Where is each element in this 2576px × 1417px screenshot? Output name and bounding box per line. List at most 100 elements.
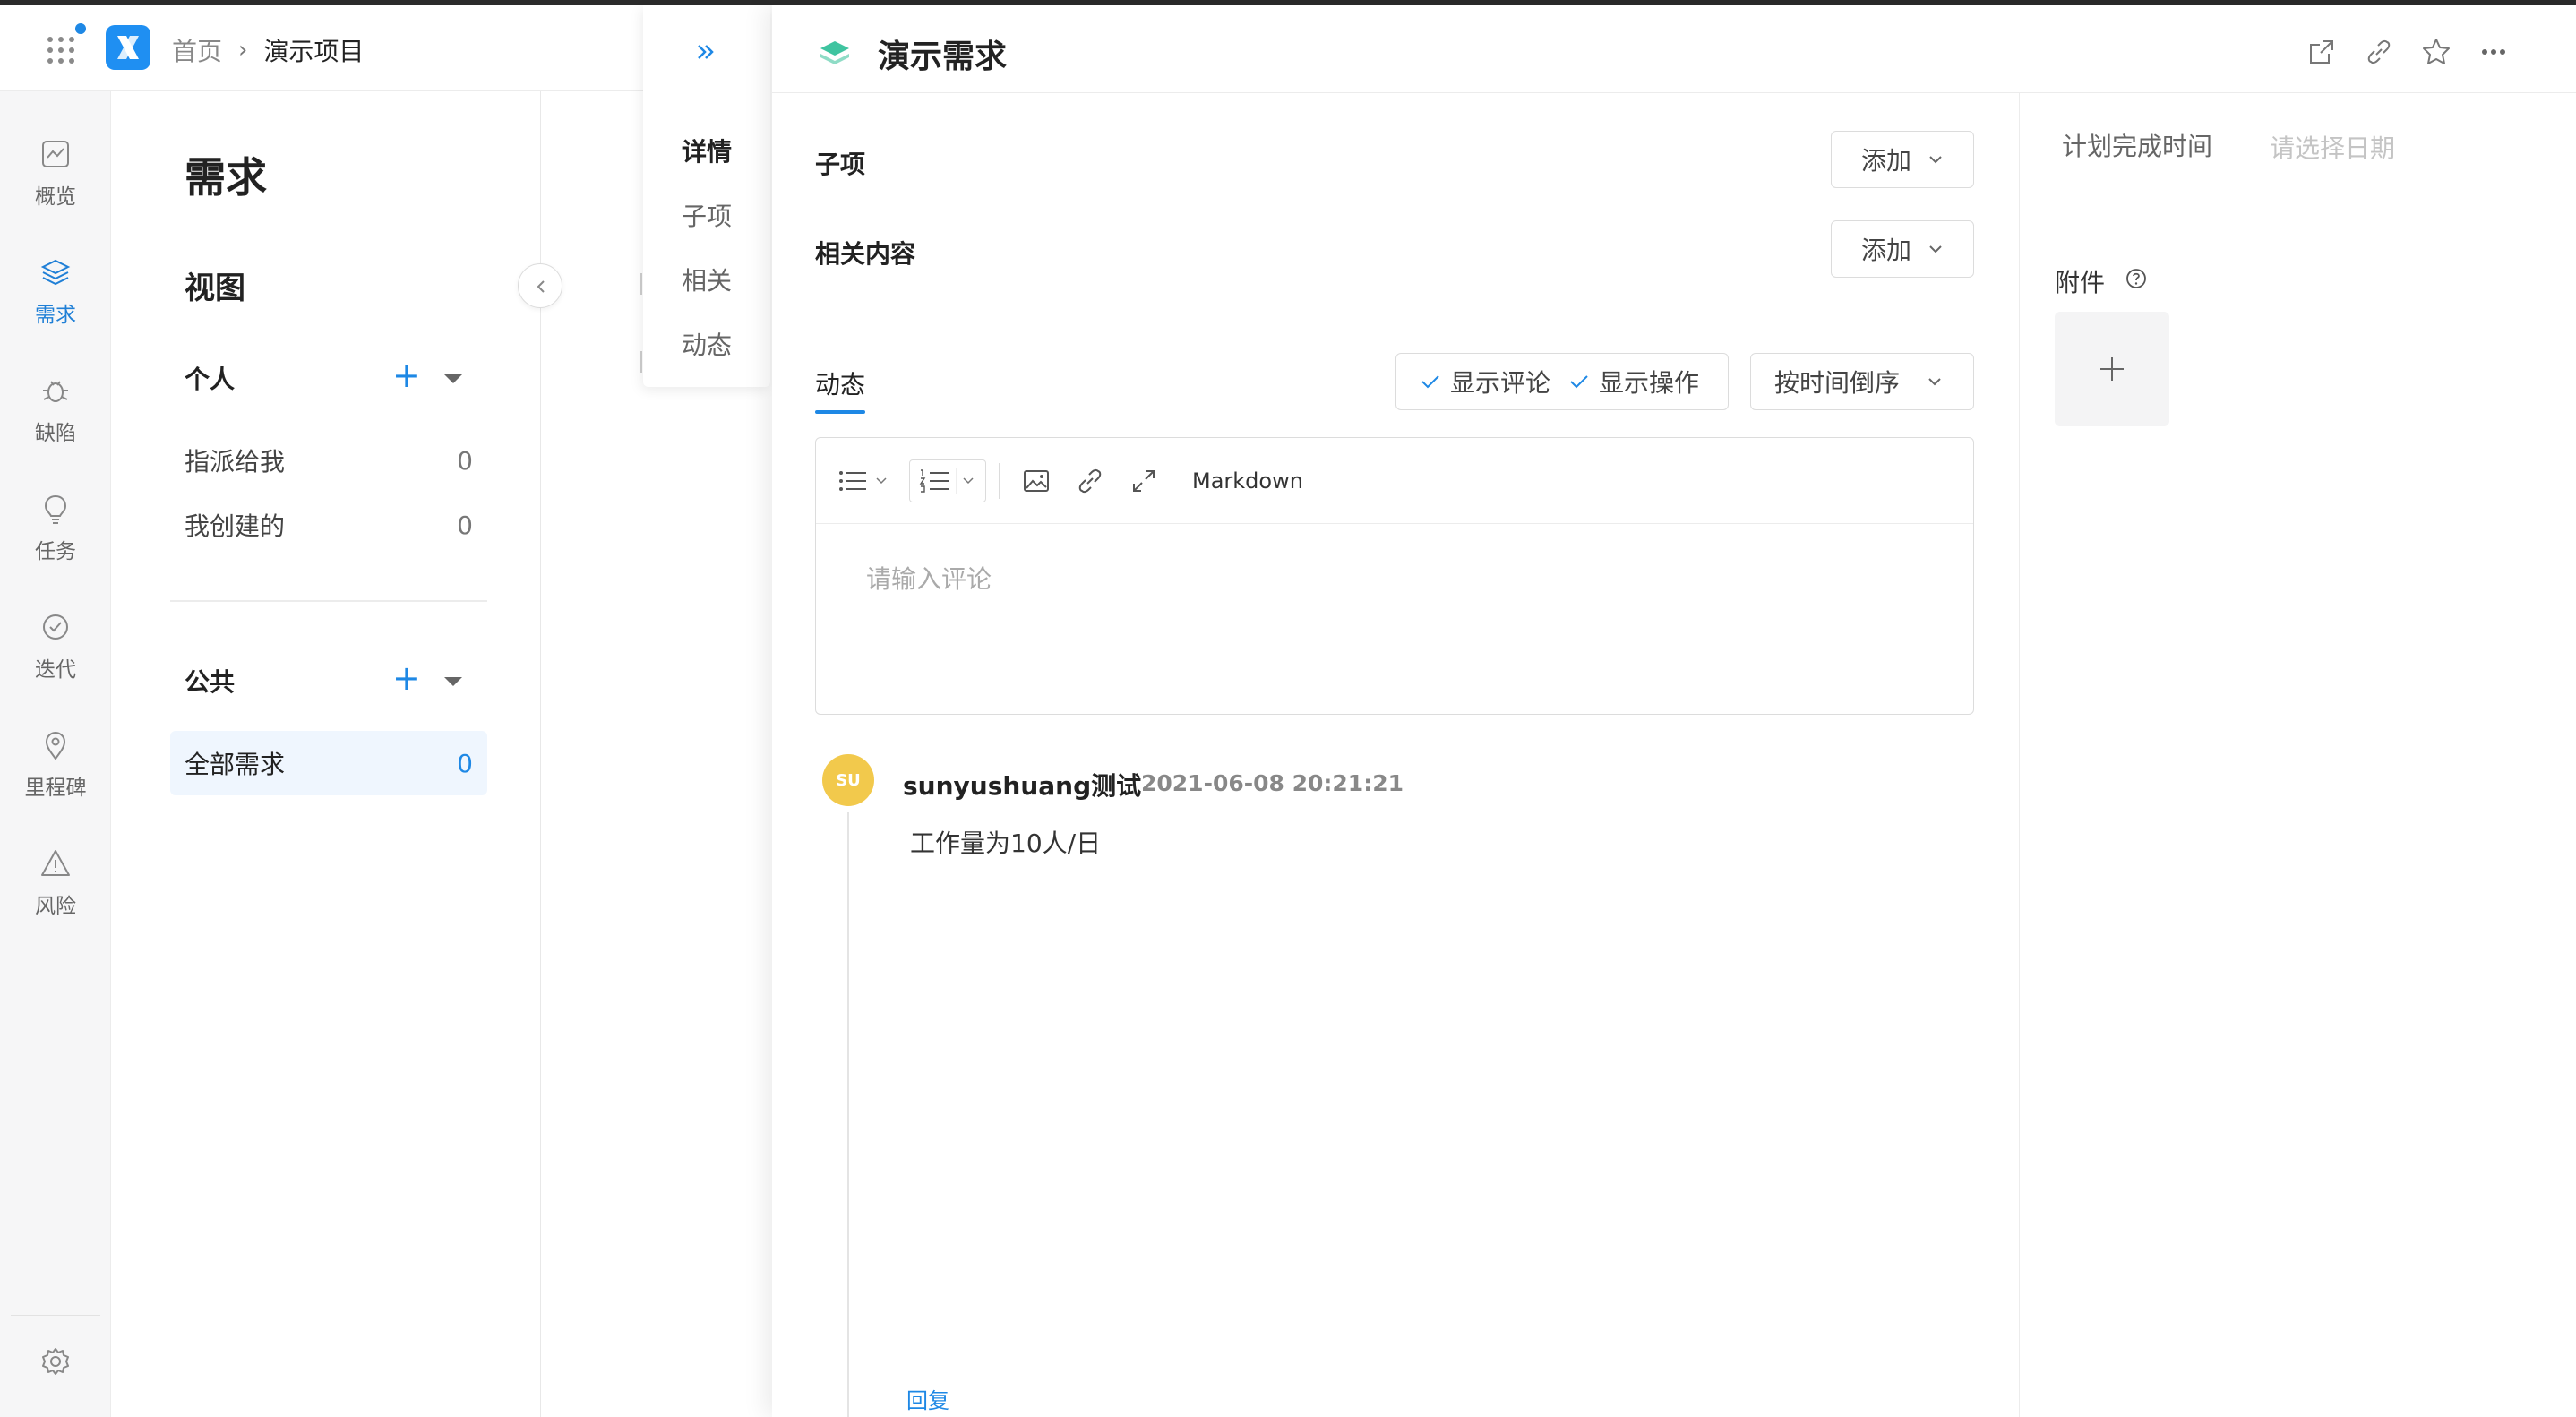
sort-label: 按时间倒序 — [1774, 368, 1901, 398]
fullscreen-button[interactable] — [1128, 459, 1160, 502]
avatar: SU — [822, 754, 874, 806]
check-circle-icon — [43, 614, 68, 640]
collapse-panel-button[interactable] — [518, 263, 562, 308]
chevron-right-icon: › — [238, 37, 248, 64]
group-public-label: 公共 — [185, 667, 236, 697]
star-icon[interactable] — [2420, 36, 2452, 68]
link-icon — [1078, 468, 1102, 494]
ordered-list-icon — [919, 468, 974, 494]
view-item-label: 指派给我 — [185, 447, 286, 477]
comment-input[interactable]: 请输入评论 — [866, 560, 992, 596]
comment-editor: Markdown 请输入评论 — [815, 437, 1974, 715]
view-item-created-by-me[interactable]: 我创建的 0 — [170, 493, 487, 557]
add-personal-view-button[interactable]: + — [392, 358, 421, 392]
show-actions-label: 显示操作 — [1599, 368, 1700, 398]
help-icon[interactable] — [2125, 267, 2148, 290]
planned-completion-date-picker[interactable]: 请选择日期 — [2270, 129, 2395, 165]
caret-down-icon[interactable] — [444, 677, 462, 686]
link-icon[interactable] — [2363, 36, 2395, 68]
tab-activity[interactable]: 动态 — [815, 365, 865, 401]
nav-item-iterations[interactable]: 迭代 — [0, 611, 111, 709]
markdown-mode-button[interactable]: Markdown — [1192, 468, 1303, 494]
nav-divider — [11, 1315, 100, 1316]
attachments-label: 附件 — [2055, 268, 2106, 297]
nav-label: 迭代 — [35, 658, 76, 682]
anchor-related[interactable]: 相关 — [643, 262, 770, 297]
list-marker — [640, 351, 642, 373]
bullet-list-button[interactable] — [836, 459, 893, 502]
anchor-details[interactable]: 详情 — [643, 133, 770, 168]
breadcrumb-current[interactable]: 演示项目 — [263, 32, 364, 68]
notification-dot — [73, 21, 88, 36]
add-attachment-button[interactable] — [2055, 312, 2169, 426]
views-heading: 视图 — [185, 271, 245, 306]
overview-icon — [42, 141, 69, 167]
view-item-all-requirements[interactable]: 全部需求 0 — [170, 731, 487, 795]
comment-time: 2021-06-08 20:21:21 — [1141, 770, 1404, 796]
bullet-list-icon — [839, 471, 887, 491]
active-tab-indicator — [815, 410, 865, 414]
view-item-count: 0 — [457, 445, 473, 476]
more-icon[interactable] — [2477, 36, 2510, 68]
view-item-count: 0 — [457, 510, 473, 540]
detail-header: 演示需求 — [772, 5, 2576, 93]
chevron-down-icon — [1929, 156, 1942, 164]
nav-item-overview[interactable]: 概览 — [0, 138, 111, 236]
detail-title: 演示需求 — [878, 39, 1008, 75]
requirement-type-icon — [820, 41, 849, 64]
view-item-label: 我创建的 — [185, 511, 286, 541]
related-label: 相关内容 — [815, 239, 916, 269]
column-divider — [2019, 93, 2020, 1417]
nav-item-requirements[interactable]: 需求 — [0, 256, 111, 355]
chevron-left-icon — [537, 280, 545, 293]
nav-label: 里程碑 — [24, 777, 87, 800]
breadcrumb: 首页 › 演示项目 — [172, 32, 364, 68]
layers-icon — [40, 259, 71, 286]
comment-author: sunyushuang测试 — [903, 771, 1142, 801]
add-subitem-button[interactable]: 添加 — [1831, 131, 1974, 188]
breadcrumb-home[interactable]: 首页 — [172, 32, 222, 68]
app-logo[interactable] — [106, 25, 150, 70]
show-actions-toggle[interactable]: 显示操作 — [1568, 364, 1699, 399]
gear-icon[interactable] — [39, 1345, 72, 1378]
nav-label: 需求 — [35, 304, 76, 327]
timeline-line — [847, 812, 849, 1417]
reply-link[interactable]: 回复 — [906, 1383, 949, 1414]
detail-panel: 演示需求 子项 添加 相关内容 添加 动态 显示评论 显示操作 按时间倒序 Ma… — [772, 5, 2576, 1417]
check-icon — [1421, 375, 1439, 389]
nav-item-risks[interactable]: 风险 — [0, 847, 111, 946]
sort-select[interactable]: 按时间倒序 — [1750, 353, 1974, 410]
nav-label: 风险 — [35, 895, 76, 918]
list-marker — [640, 273, 642, 295]
show-comments-toggle[interactable]: 显示评论 — [1420, 364, 1550, 399]
insert-image-button[interactable] — [1020, 459, 1052, 502]
view-item-assigned-to-me[interactable]: 指派给我 0 — [170, 428, 487, 493]
subitems-label: 子项 — [815, 150, 866, 179]
add-public-view-button[interactable]: + — [392, 661, 421, 695]
logo-x-icon — [117, 36, 139, 59]
nav-item-defects[interactable]: 缺陷 — [0, 374, 111, 473]
anchor-subitems[interactable]: 子项 — [643, 197, 770, 233]
nav-item-tasks[interactable]: 任务 — [0, 493, 111, 591]
insert-link-button[interactable] — [1074, 459, 1106, 502]
toolbar-separator — [999, 463, 1000, 499]
planned-completion-label: 计划完成时间 — [2062, 132, 2213, 161]
nav-label: 概览 — [35, 185, 76, 209]
nav-label: 任务 — [35, 540, 76, 563]
ordered-list-button[interactable] — [909, 459, 986, 502]
caret-down-icon[interactable] — [444, 374, 462, 383]
bulb-icon — [44, 494, 67, 524]
chevron-down-icon — [1929, 245, 1942, 253]
apps-grid-icon[interactable] — [43, 32, 79, 68]
check-icon — [1570, 375, 1588, 389]
nav-label: 缺陷 — [35, 422, 76, 445]
group-divider — [170, 600, 487, 602]
anchor-activity[interactable]: 动态 — [643, 326, 770, 362]
chevron-down-icon — [1928, 378, 1941, 386]
double-chevron-right-icon[interactable] — [691, 38, 720, 66]
open-external-icon[interactable] — [2306, 36, 2338, 68]
top-bar: 首页 › 演示项目 — [0, 5, 645, 91]
add-related-button[interactable]: 添加 — [1831, 220, 1974, 278]
nav-item-milestones[interactable]: 里程碑 — [0, 729, 111, 828]
add-button-label: 添加 — [1860, 146, 1911, 176]
